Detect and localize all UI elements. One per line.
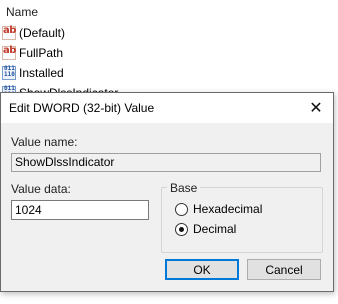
radio-checked-icon	[175, 222, 188, 236]
binary-value-icon: 011110	[2, 65, 16, 80]
list-item-label: (Default)	[19, 26, 66, 40]
ok-button[interactable]: OK	[165, 259, 239, 280]
dialog-title: Edit DWORD (32-bit) Value	[9, 101, 155, 115]
cancel-button[interactable]: Cancel	[247, 259, 321, 280]
value-name-field: ShowDlssIndicator	[11, 153, 321, 172]
edit-dword-dialog: Edit DWORD (32-bit) Value ✕ Value name: …	[0, 92, 334, 292]
dialog-title-bar[interactable]: Edit DWORD (32-bit) Value ✕	[1, 93, 333, 123]
string-value-icon: ab	[2, 45, 16, 60]
radio-hexadecimal-label: Hexadecimal	[193, 202, 263, 216]
list-item-label: Installed	[19, 66, 64, 80]
list-item[interactable]: 011 110 Installed	[0, 63, 338, 83]
base-groupbox	[161, 187, 323, 253]
value-name-label: Value name:	[11, 135, 78, 149]
list-item-label: FullPath	[19, 46, 64, 60]
list-item[interactable]: ab (Default)	[0, 23, 338, 43]
column-header-name[interactable]: Name	[0, 0, 338, 24]
radio-decimal[interactable]: Decimal	[175, 222, 236, 236]
value-data-label: Value data:	[11, 182, 71, 196]
radio-hexadecimal[interactable]: Hexadecimal	[175, 202, 262, 216]
radio-decimal-label: Decimal	[193, 222, 237, 236]
list-item[interactable]: ab FullPath	[0, 43, 338, 63]
base-groupbox-title: Base	[167, 181, 201, 195]
radio-unchecked-icon	[175, 202, 188, 216]
dialog-body: Value name: ShowDlssIndicator Value data…	[1, 123, 333, 291]
close-icon[interactable]: ✕	[305, 97, 327, 119]
value-data-input[interactable]: 1024	[11, 200, 149, 220]
string-value-icon: ab	[2, 25, 16, 40]
